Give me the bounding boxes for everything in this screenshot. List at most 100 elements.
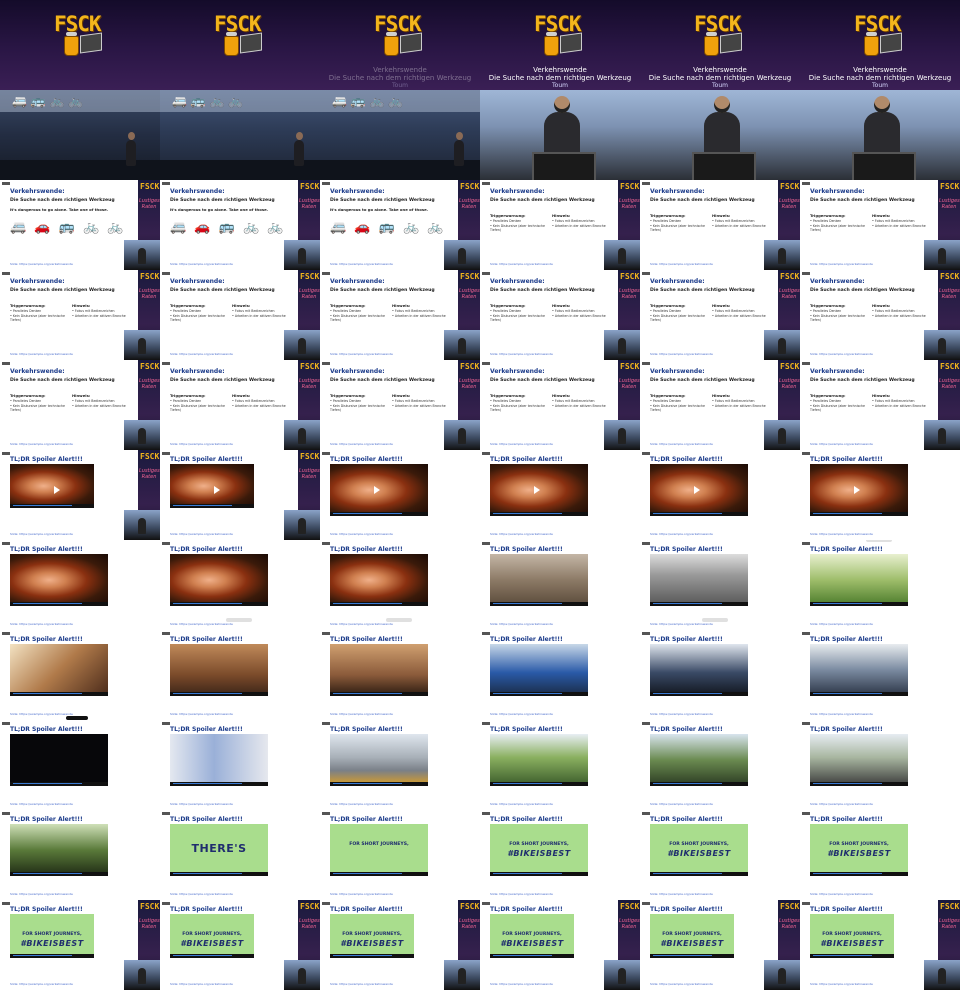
video-controls[interactable]	[170, 692, 268, 696]
slide-footer-link[interactable]: Slide: https://example.org/verkehrswende	[490, 352, 553, 356]
slide-footer-link[interactable]: Slide: https://example.org/verkehrswende	[170, 712, 233, 716]
video-controls[interactable]	[170, 504, 254, 508]
slide-footer-link[interactable]: Slide: https://example.org/verkehrswende	[10, 442, 73, 446]
video-thumbnail[interactable]: TL;DR Spoiler Alert!!! Slide: https://exa…	[160, 540, 320, 630]
video-controls[interactable]	[650, 602, 748, 606]
video-player[interactable]: FOR SHORT JOURNEYS, #BIKEISBEST	[810, 824, 908, 876]
video-controls[interactable]	[490, 782, 588, 786]
video-thumbnail[interactable]: Verkehrswende: Die Suche nach dem richtig…	[160, 360, 320, 450]
play-icon[interactable]	[214, 486, 220, 494]
video-controls[interactable]	[170, 782, 268, 786]
slide-footer-link[interactable]: Slide: https://example.org/verkehrswende	[490, 712, 553, 716]
video-thumbnail[interactable]: TL;DR Spoiler Alert!!! FOR SHORT JOURNEYS…	[320, 810, 480, 900]
slide-footer-link[interactable]: Slide: https://example.org/verkehrswende	[810, 442, 873, 446]
video-controls[interactable]	[490, 954, 574, 958]
video-controls[interactable]	[650, 782, 748, 786]
slide-footer-link[interactable]: Slide: https://example.org/verkehrswende	[10, 802, 73, 806]
video-player[interactable]	[170, 644, 268, 696]
video-controls[interactable]	[810, 512, 908, 516]
video-thumbnail[interactable]: FSCK Verkehrswende Die Suche nach dem rich…	[480, 0, 640, 90]
video-thumbnail[interactable]: TL;DR Spoiler Alert!!! Slide: https://exa…	[160, 720, 320, 810]
slide-footer-link[interactable]: Slide: https://example.org/verkehrswende	[10, 622, 73, 626]
video-thumbnail[interactable]: TL;DR Spoiler Alert!!! Slide: https://exa…	[0, 540, 160, 630]
video-controls[interactable]	[330, 602, 428, 606]
video-thumbnail[interactable]	[640, 90, 800, 180]
video-thumbnail[interactable]: TL;DR Spoiler Alert!!! FOR SHORT JOURNEYS…	[160, 900, 320, 990]
slide-footer-link[interactable]: Slide: https://example.org/verkehrswende	[490, 262, 553, 266]
video-player[interactable]	[170, 464, 254, 508]
slide-footer-link[interactable]: Slide: https://example.org/verkehrswende	[170, 892, 233, 896]
video-player[interactable]	[10, 554, 108, 606]
video-thumbnail[interactable]: Verkehrswende: Die Suche nach dem richtig…	[640, 180, 800, 270]
slide-footer-link[interactable]: Slide: https://example.org/verkehrswende	[170, 622, 233, 626]
slide-footer-link[interactable]: Slide: https://example.org/verkehrswende	[170, 532, 233, 536]
video-controls[interactable]	[650, 512, 748, 516]
slide-footer-link[interactable]: Slide: https://example.org/verkehrswende	[10, 352, 73, 356]
slide-footer-link[interactable]: Slide: https://example.org/verkehrswende	[330, 802, 393, 806]
slide-footer-link[interactable]: Slide: https://example.org/verkehrswende	[330, 442, 393, 446]
video-thumbnail[interactable]: TL;DR Spoiler Alert!!! Slide: https://exa…	[0, 450, 160, 540]
video-player[interactable]	[810, 554, 908, 606]
slide-footer-link[interactable]: Slide: https://example.org/verkehrswende	[650, 622, 713, 626]
video-thumbnail[interactable]: TL;DR Spoiler Alert!!! Slide: https://exa…	[640, 630, 800, 720]
video-thumbnail[interactable]: Verkehrswende: Die Suche nach dem richtig…	[0, 270, 160, 360]
slide-footer-link[interactable]: Slide: https://example.org/verkehrswende	[650, 352, 713, 356]
video-player[interactable]: FOR SHORT JOURNEYS, #BIKEISBEST	[10, 914, 94, 958]
video-player[interactable]	[10, 824, 108, 876]
video-thumbnail[interactable]: Verkehrswende: Die Suche nach dem richtig…	[0, 180, 160, 270]
video-thumbnail[interactable]: TL;DR Spoiler Alert!!! Slide: https://exa…	[0, 810, 160, 900]
play-icon[interactable]	[854, 486, 860, 494]
video-thumbnail[interactable]: TL;DR Spoiler Alert!!! FOR SHORT JOURNEYS…	[800, 810, 960, 900]
video-controls[interactable]	[10, 954, 94, 958]
video-thumbnail[interactable]: FSCK	[0, 0, 160, 90]
slide-footer-link[interactable]: Slide: https://example.org/verkehrswende	[810, 532, 873, 536]
video-player[interactable]: FOR SHORT JOURNEYS, #BIKEISBEST	[810, 914, 894, 958]
video-controls[interactable]	[10, 602, 108, 606]
video-thumbnail[interactable]: TL;DR Spoiler Alert!!! FOR SHORT JOURNEYS…	[320, 900, 480, 990]
video-player[interactable]	[810, 734, 908, 786]
video-thumbnail[interactable]: Verkehrswende: Die Suche nach dem richtig…	[800, 180, 960, 270]
video-controls[interactable]	[10, 504, 94, 508]
slide-footer-link[interactable]: Slide: https://example.org/verkehrswende	[490, 982, 553, 986]
slide-footer-link[interactable]: Slide: https://example.org/verkehrswende	[650, 802, 713, 806]
video-player[interactable]	[330, 734, 428, 786]
video-thumbnail[interactable]: Verkehrswende: Die Suche nach dem richtig…	[320, 360, 480, 450]
slide-footer-link[interactable]: Slide: https://example.org/verkehrswende	[10, 712, 73, 716]
video-player[interactable]: FOR SHORT JOURNEYS, #BIKEISBEST	[650, 824, 748, 876]
video-thumbnail[interactable]: Verkehrswende: Die Suche nach dem richtig…	[160, 180, 320, 270]
video-thumbnail[interactable]: Verkehrswende: Die Suche nach dem richtig…	[160, 270, 320, 360]
slide-footer-link[interactable]: Slide: https://example.org/verkehrswende	[490, 442, 553, 446]
video-thumbnail[interactable]: TL;DR Spoiler Alert!!! Slide: https://exa…	[160, 630, 320, 720]
video-thumbnail[interactable]: FSCK Verkehrswende Die Suche nach dem rich…	[320, 0, 480, 90]
slide-footer-link[interactable]: Slide: https://example.org/verkehrswende	[330, 532, 393, 536]
video-player[interactable]	[170, 734, 268, 786]
video-controls[interactable]	[170, 954, 254, 958]
slide-footer-link[interactable]: Slide: https://example.org/verkehrswende	[810, 982, 873, 986]
slide-footer-link[interactable]: Slide: https://example.org/verkehrswende	[810, 352, 873, 356]
video-thumbnail[interactable]: TL;DR Spoiler Alert!!! Slide: https://exa…	[640, 450, 800, 540]
video-controls[interactable]	[10, 692, 108, 696]
video-controls[interactable]	[330, 782, 428, 786]
video-thumbnail[interactable]: 🚐 🚌 🚲 🚲	[160, 90, 320, 180]
video-thumbnail[interactable]: TL;DR Spoiler Alert!!! Slide: https://exa…	[0, 720, 160, 810]
video-thumbnail[interactable]: Verkehrswende: Die Suche nach dem richtig…	[320, 180, 480, 270]
video-thumbnail[interactable]: TL;DR Spoiler Alert!!! Slide: https://exa…	[640, 540, 800, 630]
video-controls[interactable]	[170, 602, 268, 606]
video-player[interactable]: FOR SHORT JOURNEYS, #BIKEISBEST	[330, 914, 414, 958]
video-player[interactable]: FOR SHORT JOURNEYS, #BIKEISBEST	[650, 914, 734, 958]
video-thumbnail[interactable]: Verkehrswende: Die Suche nach dem richtig…	[480, 360, 640, 450]
video-player[interactable]	[810, 644, 908, 696]
video-thumbnail[interactable]: Verkehrswende: Die Suche nach dem richtig…	[800, 360, 960, 450]
video-controls[interactable]	[490, 512, 588, 516]
video-controls[interactable]	[810, 872, 908, 876]
video-thumbnail[interactable]: TL;DR Spoiler Alert!!! FOR SHORT JOURNEYS…	[0, 900, 160, 990]
slide-footer-link[interactable]: Slide: https://example.org/verkehrswende	[330, 982, 393, 986]
slide-footer-link[interactable]: Slide: https://example.org/verkehrswende	[10, 892, 73, 896]
slide-footer-link[interactable]: Slide: https://example.org/verkehrswende	[650, 262, 713, 266]
video-controls[interactable]	[490, 872, 588, 876]
video-thumbnail[interactable]: Verkehrswende: Die Suche nach dem richtig…	[320, 270, 480, 360]
video-player[interactable]: FOR SHORT JOURNEYS, #BIKEISBEST	[490, 824, 588, 876]
slide-footer-link[interactable]: Slide: https://example.org/verkehrswende	[650, 712, 713, 716]
video-player[interactable]: THERE'S	[170, 824, 268, 876]
video-controls[interactable]	[10, 872, 108, 876]
